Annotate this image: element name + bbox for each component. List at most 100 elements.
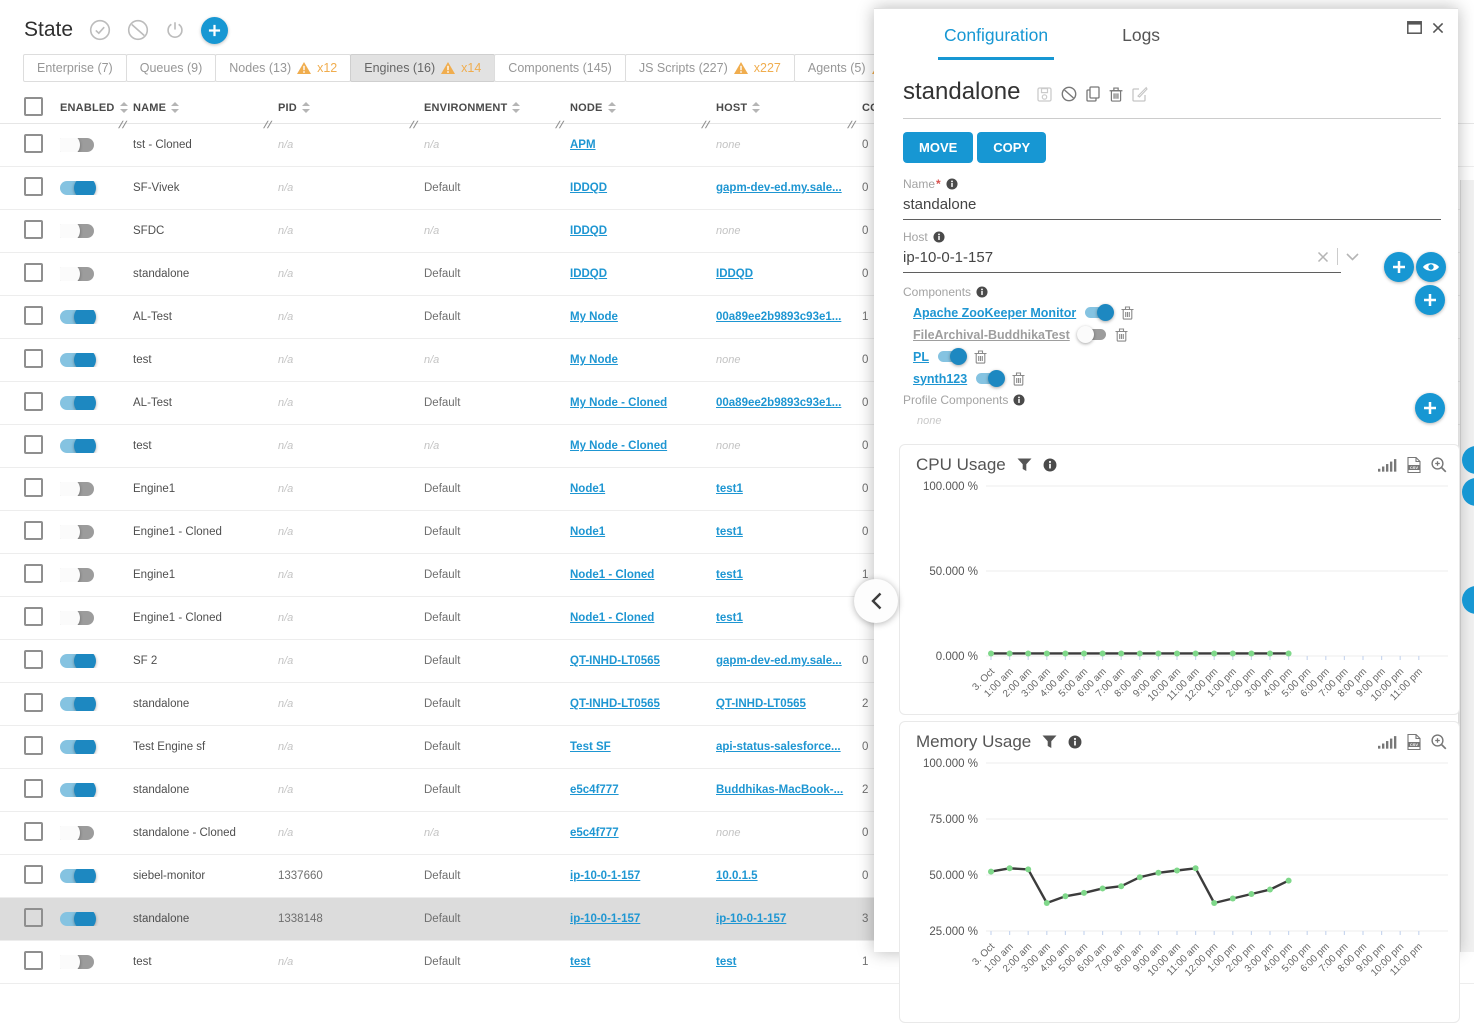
enabled-toggle[interactable]: [60, 353, 94, 367]
enabled-toggle[interactable]: [60, 912, 94, 926]
node-link[interactable]: IDDQD: [570, 225, 607, 237]
sort-icon[interactable]: [302, 102, 310, 113]
row-checkbox[interactable]: [24, 220, 43, 239]
row-checkbox[interactable]: [24, 134, 43, 153]
row-checkbox[interactable]: [24, 951, 43, 970]
row-checkbox[interactable]: [24, 306, 43, 325]
row-checkbox[interactable]: [24, 435, 43, 454]
power-icon[interactable]: [165, 20, 185, 40]
add-profile-component-button[interactable]: [1415, 393, 1445, 423]
host-link[interactable]: 00a89ee2b9893c93e1...: [716, 397, 841, 409]
sort-icon[interactable]: [512, 102, 520, 113]
enabled-toggle[interactable]: [60, 826, 94, 840]
bar-chart-icon[interactable]: [1378, 735, 1397, 749]
tab-enterprise-7[interactable]: Enterprise (7): [23, 54, 127, 82]
node-link[interactable]: IDDQD: [570, 268, 607, 280]
node-link[interactable]: ip-10-0-1-157: [570, 870, 640, 882]
column-header-name[interactable]: NAME: [133, 92, 278, 123]
tab-queues-9[interactable]: Queues (9): [126, 54, 217, 82]
enabled-toggle[interactable]: [60, 654, 94, 668]
enabled-toggle[interactable]: [60, 869, 94, 883]
add-host-button[interactable]: [1384, 252, 1414, 282]
row-checkbox[interactable]: [24, 521, 43, 540]
node-link[interactable]: test: [570, 956, 590, 968]
name-field[interactable]: Name* standalone: [903, 177, 1441, 220]
host-link[interactable]: test1: [716, 526, 743, 538]
host-link[interactable]: gapm-dev-ed.my.sale...: [716, 182, 842, 194]
component-link[interactable]: Apache ZooKeeper Monitor: [913, 306, 1076, 320]
node-link[interactable]: ip-10-0-1-157: [570, 913, 640, 925]
copy-icon[interactable]: [1086, 86, 1100, 102]
enabled-toggle[interactable]: [60, 181, 94, 195]
enabled-toggle[interactable]: [60, 740, 94, 754]
node-link[interactable]: Node1: [570, 526, 605, 538]
component-toggle[interactable]: [976, 373, 1003, 384]
filter-icon[interactable]: [1042, 735, 1057, 749]
host-link[interactable]: test1: [716, 569, 743, 581]
column-header-pid[interactable]: PID: [278, 92, 424, 123]
expand-window-icon[interactable]: [1407, 21, 1422, 34]
node-link[interactable]: QT-INHD-LT0565: [570, 655, 660, 667]
row-checkbox[interactable]: [24, 865, 43, 884]
csv-export-icon[interactable]: CSV: [1407, 457, 1421, 473]
node-link[interactable]: My Node - Cloned: [570, 397, 667, 409]
tab-components-145[interactable]: Components (145): [494, 54, 626, 82]
filter-icon[interactable]: [1017, 458, 1032, 472]
select-all-checkbox[interactable]: [24, 97, 43, 116]
row-checkbox[interactable]: [24, 177, 43, 196]
enabled-toggle[interactable]: [60, 611, 94, 625]
edit-icon[interactable]: [1132, 86, 1148, 102]
host-link[interactable]: Buddhikas-MacBook-...: [716, 784, 843, 796]
save-icon[interactable]: [1037, 87, 1052, 102]
enabled-toggle[interactable]: [60, 439, 94, 453]
row-checkbox[interactable]: [24, 349, 43, 368]
disable-all-icon[interactable]: [127, 19, 149, 41]
delete-icon[interactable]: [1109, 87, 1123, 102]
tab-logs[interactable]: Logs: [1116, 25, 1166, 60]
sort-icon[interactable]: [752, 102, 760, 113]
node-link[interactable]: Test SF: [570, 741, 611, 753]
row-checkbox[interactable]: [24, 392, 43, 411]
zoom-in-icon[interactable]: [1431, 457, 1447, 473]
column-header-node[interactable]: NODE: [570, 92, 716, 123]
row-checkbox[interactable]: [24, 564, 43, 583]
tab-js-scripts-227[interactable]: JS Scripts (227)x227: [625, 54, 795, 82]
sort-icon[interactable]: [608, 102, 616, 113]
column-header-environment[interactable]: ENVIRONMENT: [424, 92, 570, 123]
node-link[interactable]: Node1: [570, 483, 605, 495]
enabled-toggle[interactable]: [60, 224, 94, 238]
host-link[interactable]: api-status-salesforce...: [716, 741, 841, 753]
host-link[interactable]: test: [716, 956, 736, 968]
view-host-button[interactable]: [1416, 252, 1446, 282]
trash-icon[interactable]: [1115, 328, 1128, 342]
enabled-toggle[interactable]: [60, 783, 94, 797]
sort-icon[interactable]: [120, 102, 128, 113]
component-toggle[interactable]: [938, 351, 965, 362]
sort-icon[interactable]: [171, 102, 179, 113]
host-link[interactable]: QT-INHD-LT0565: [716, 698, 806, 710]
enabled-toggle[interactable]: [60, 525, 94, 539]
host-link[interactable]: ip-10-0-1-157: [716, 913, 786, 925]
node-link[interactable]: e5c4f777: [570, 784, 619, 796]
host-link[interactable]: 10.0.1.5: [716, 870, 758, 882]
row-checkbox[interactable]: [24, 478, 43, 497]
row-checkbox[interactable]: [24, 263, 43, 282]
trash-icon[interactable]: [974, 350, 987, 364]
collapse-panel-button[interactable]: [854, 579, 898, 623]
row-checkbox[interactable]: [24, 650, 43, 669]
tab-nodes-13[interactable]: Nodes (13)x12: [215, 54, 351, 82]
row-checkbox[interactable]: [24, 908, 43, 927]
component-link[interactable]: PL: [913, 350, 929, 364]
disable-icon[interactable]: [1061, 86, 1077, 102]
host-field[interactable]: Host ip-10-0-1-157: [903, 230, 1441, 273]
column-header-enabled[interactable]: ENABLED: [60, 92, 133, 123]
host-link[interactable]: test1: [716, 483, 743, 495]
host-link[interactable]: IDDQD: [716, 268, 753, 280]
component-link[interactable]: FileArchival-BuddhikaTest: [913, 328, 1070, 342]
node-link[interactable]: Node1 - Cloned: [570, 569, 654, 581]
copy-button[interactable]: COPY: [977, 132, 1046, 163]
node-link[interactable]: My Node: [570, 311, 618, 323]
trash-icon[interactable]: [1012, 372, 1025, 386]
trash-icon[interactable]: [1121, 306, 1134, 320]
host-link[interactable]: 00a89ee2b9893c93e1...: [716, 311, 841, 323]
